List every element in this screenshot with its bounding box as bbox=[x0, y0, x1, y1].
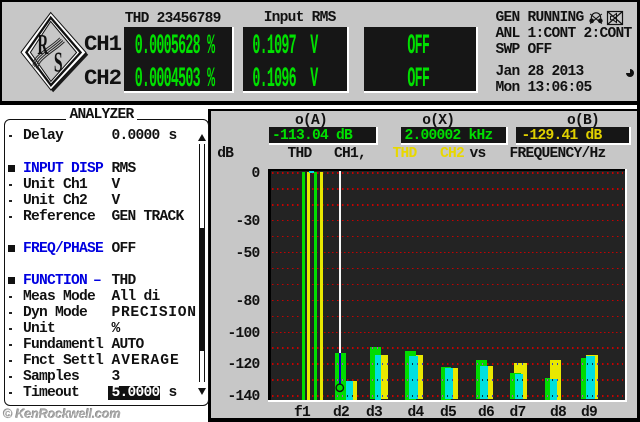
svg-text:R: R bbox=[37, 29, 48, 60]
svg-text:S: S bbox=[54, 47, 63, 78]
